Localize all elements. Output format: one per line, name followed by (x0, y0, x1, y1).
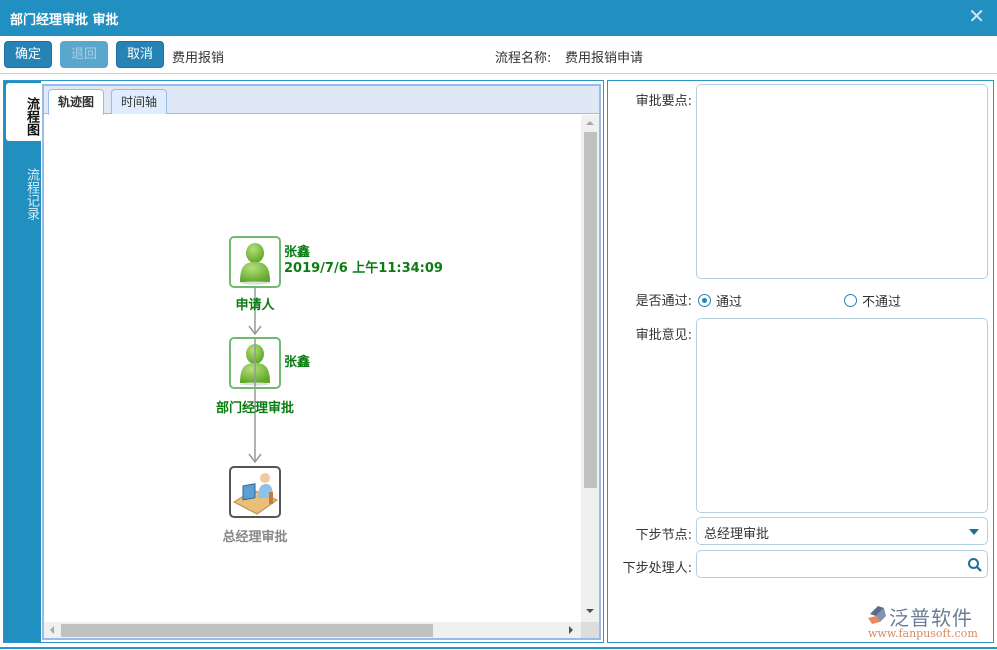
side-tab-flow-records[interactable]: 流程记录 (4, 153, 41, 233)
view-tab-strip: 轨迹图 时间轴 (44, 86, 599, 115)
node-person: 张鑫 (284, 355, 311, 370)
scroll-left-icon[interactable] (50, 626, 54, 634)
flow-connectors (248, 257, 262, 464)
node-person: 张鑫 (284, 245, 311, 260)
flow-node-general-manager[interactable] (229, 466, 281, 518)
form-type-label: 费用报销 (172, 51, 225, 66)
side-tab-strip: 流程图 流程记录 (4, 81, 41, 642)
fanpu-logo-icon (868, 606, 886, 624)
key-points-label: 审批要点: (635, 94, 692, 109)
scroll-right-icon[interactable] (569, 626, 573, 634)
flow-node-dept-manager[interactable] (229, 337, 281, 389)
flow-canvas: 张鑫 2019/7/6 上午11:34:09 申请人 张鑫 部门经理审批 总经理… (44, 115, 581, 622)
next-node-select[interactable]: 总经理审批 (696, 517, 988, 545)
tab-trace-chart[interactable]: 轨迹图 (48, 89, 105, 115)
toolbar: 确定 退回 取消 费用报销 流程名称: 费用报销申请 (0, 36, 997, 74)
return-button[interactable]: 退回 (60, 41, 109, 68)
radio-unchecked-icon (844, 294, 857, 307)
horizontal-scrollbar[interactable] (44, 622, 581, 638)
confirm-button[interactable]: 确定 (4, 41, 53, 68)
node-timestamp: 2019/7/6 上午11:34:09 (284, 261, 443, 276)
close-icon[interactable]: ✕ (968, 6, 985, 26)
pass-label: 是否通过: (635, 294, 692, 309)
window-titlebar: 部门经理审批 审批 ✕ (0, 0, 997, 36)
side-tab-flowchart[interactable]: 流程图 (6, 83, 41, 141)
next-handler-input[interactable] (696, 550, 988, 578)
user-icon (240, 339, 270, 387)
cancel-button[interactable]: 取消 (116, 41, 165, 68)
scroll-down-icon[interactable] (586, 609, 594, 613)
watermark-url: www.fanpusoft.com (868, 627, 978, 640)
user-icon (240, 243, 270, 285)
process-name-label: 流程名称: (495, 51, 552, 66)
search-icon[interactable] (967, 557, 983, 573)
worker-at-desk-icon (232, 473, 279, 515)
bottom-border (0, 647, 997, 649)
vertical-scroll-thumb[interactable] (584, 132, 597, 488)
radio-reject[interactable]: 不通过 (844, 291, 901, 310)
next-handler-label: 下步处理人: (622, 561, 692, 576)
approval-form: 审批要点: 是否通过: 通过 不通过 审批意见: 下步节点: 总经理审批 下步处… (607, 80, 994, 643)
opinion-label: 审批意见: (635, 328, 692, 343)
next-node-value: 总经理审批 (704, 527, 770, 542)
process-name-value: 费用报销申请 (565, 51, 644, 66)
radio-checked-icon (698, 294, 711, 307)
horizontal-scroll-thumb[interactable] (61, 624, 433, 637)
flow-node-applicant[interactable] (229, 236, 281, 288)
radio-pass[interactable]: 通过 (698, 291, 742, 310)
scroll-corner (581, 622, 599, 638)
next-node-label: 下步节点: (635, 528, 692, 543)
node-label: 申请人 (235, 298, 275, 313)
key-points-textarea[interactable] (696, 84, 988, 279)
opinion-textarea[interactable] (696, 318, 988, 513)
node-label: 总经理审批 (222, 530, 288, 545)
node-label: 部门经理审批 (215, 401, 294, 416)
chevron-down-icon[interactable] (969, 529, 979, 535)
flow-view-container: 轨迹图 时间轴 张鑫 2019/7/6 上午11:34:09 申请人 张鑫 部门… (42, 84, 601, 640)
radio-pass-label: 通过 (716, 295, 743, 310)
flow-panel: 流程图 流程记录 轨迹图 时间轴 张鑫 2019/7/6 上午11:34:09 … (3, 80, 604, 643)
radio-reject-label: 不通过 (862, 295, 902, 310)
scroll-up-icon[interactable] (586, 121, 594, 125)
window-title: 部门经理审批 审批 (10, 13, 119, 28)
tab-timeline[interactable]: 时间轴 (111, 89, 168, 114)
vertical-scrollbar[interactable] (581, 115, 599, 622)
